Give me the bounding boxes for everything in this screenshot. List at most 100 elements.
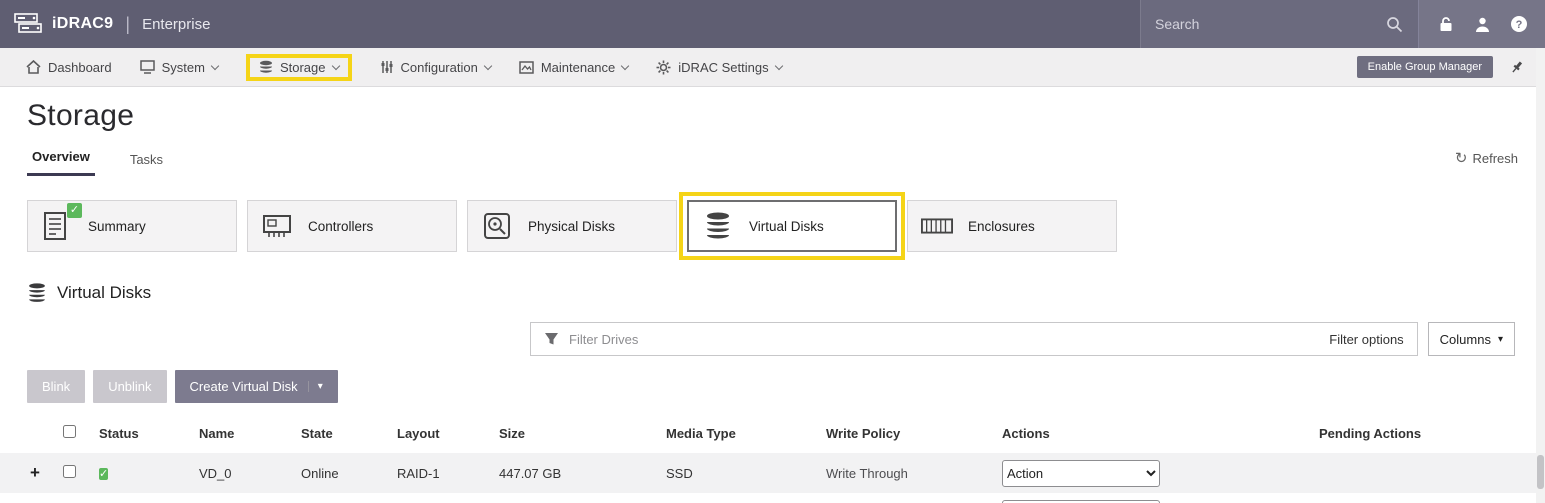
pin-icon[interactable] bbox=[1509, 59, 1525, 75]
card-controllers[interactable]: Controllers bbox=[247, 200, 457, 252]
search-icon[interactable] bbox=[1384, 14, 1404, 34]
card-label: Enclosures bbox=[968, 219, 1035, 234]
lock-icon[interactable] bbox=[1436, 14, 1456, 34]
system-icon bbox=[140, 60, 155, 74]
filter-options-link[interactable]: Filter options bbox=[1329, 332, 1403, 347]
navbar-right: Enable Group Manager bbox=[1357, 56, 1525, 78]
storage-nav-highlight: Storage bbox=[246, 54, 352, 81]
row-select-cell bbox=[55, 493, 91, 503]
select-all-checkbox[interactable] bbox=[63, 425, 76, 438]
physical-disks-icon bbox=[481, 210, 513, 242]
card-summary[interactable]: ✓ Summary bbox=[27, 200, 237, 252]
caret-down-icon: ▾ bbox=[308, 381, 323, 392]
brand-name: iDRAC9 bbox=[52, 15, 113, 33]
state-cell: Online bbox=[293, 493, 389, 503]
user-icon[interactable] bbox=[1472, 14, 1492, 34]
expand-row-button[interactable]: + bbox=[0, 493, 55, 503]
nav-label: Configuration bbox=[401, 60, 478, 75]
maintenance-icon bbox=[519, 61, 534, 74]
idrac-logo-icon bbox=[14, 12, 42, 36]
card-enclosures[interactable]: Enclosures bbox=[907, 200, 1117, 252]
columns-button[interactable]: Columns ▾ bbox=[1428, 322, 1515, 356]
unblink-button[interactable]: Unblink bbox=[93, 370, 166, 403]
row-select-cell bbox=[55, 453, 91, 493]
nav-item-maintenance[interactable]: Maintenance bbox=[519, 60, 628, 75]
status-ok-icon: ✓ bbox=[99, 468, 108, 480]
col-layout: Layout bbox=[389, 413, 491, 453]
svg-text:?: ? bbox=[1515, 19, 1522, 31]
refresh-icon: ↻ bbox=[1455, 149, 1468, 167]
status-cell: ✓ bbox=[91, 453, 191, 493]
brand-edition: Enterprise bbox=[142, 16, 210, 33]
gear-icon bbox=[656, 60, 671, 75]
state-cell: Online bbox=[293, 453, 389, 493]
columns-label: Columns bbox=[1440, 332, 1491, 347]
layout-cell: RAID-1 bbox=[389, 453, 491, 493]
topbar-brand-area: iDRAC9 | Enterprise bbox=[0, 0, 1140, 48]
actions-cell: Action bbox=[994, 493, 1311, 503]
expand-row-button[interactable]: + bbox=[0, 453, 55, 493]
chevron-down-icon bbox=[774, 61, 782, 69]
card-virtual-disks[interactable]: Virtual Disks bbox=[687, 200, 897, 252]
nav-item-storage[interactable]: Storage bbox=[259, 60, 339, 75]
blink-button[interactable]: Blink bbox=[27, 370, 85, 403]
col-name: Name bbox=[191, 413, 293, 453]
table-header-row: Status Name State Layout Size Media Type… bbox=[0, 413, 1545, 453]
col-pending-actions: Pending Actions bbox=[1311, 413, 1545, 453]
refresh-button[interactable]: ↻ Refresh bbox=[1455, 149, 1518, 176]
filter-drives-input[interactable] bbox=[569, 332, 1319, 347]
chevron-down-icon bbox=[211, 61, 219, 69]
nav-item-system[interactable]: System bbox=[140, 60, 218, 75]
col-status: Status bbox=[91, 413, 191, 453]
nav-label: Dashboard bbox=[48, 60, 112, 75]
summary-icon: ✓ bbox=[41, 210, 73, 242]
virtual-disks-icon bbox=[702, 210, 734, 242]
nav-label: System bbox=[162, 60, 205, 75]
vd-toolbar: Blink Unblink Create Virtual Disk ▾ bbox=[27, 370, 1545, 403]
nav-label: Maintenance bbox=[541, 60, 615, 75]
nav-item-dashboard[interactable]: Dashboard bbox=[26, 60, 112, 75]
tab-overview[interactable]: Overview bbox=[27, 149, 95, 176]
sliders-icon bbox=[380, 60, 394, 74]
action-select[interactable]: Action bbox=[1002, 460, 1160, 487]
card-label: Physical Disks bbox=[528, 219, 615, 234]
card-label: Summary bbox=[88, 219, 146, 234]
card-label: Controllers bbox=[308, 219, 373, 234]
col-actions: Actions bbox=[994, 413, 1311, 453]
tab-tasks[interactable]: Tasks bbox=[125, 152, 168, 176]
search-input[interactable] bbox=[1155, 16, 1376, 32]
card-physical-disks[interactable]: Physical Disks bbox=[467, 200, 677, 252]
row-checkbox[interactable] bbox=[63, 465, 76, 478]
enable-group-manager-button[interactable]: Enable Group Manager bbox=[1357, 56, 1493, 78]
chevron-down-icon bbox=[621, 61, 629, 69]
filter-row: Filter options Columns ▾ bbox=[0, 322, 1515, 356]
global-search bbox=[1140, 0, 1418, 48]
page-title: Storage bbox=[27, 99, 1545, 133]
col-state: State bbox=[293, 413, 389, 453]
vertical-scrollbar[interactable] bbox=[1536, 48, 1545, 503]
pending-actions-cell bbox=[1311, 453, 1545, 493]
tabs-row: Overview Tasks ↻ Refresh bbox=[27, 149, 1518, 176]
help-icon[interactable]: ? bbox=[1509, 14, 1529, 34]
col-media-type: Media Type bbox=[658, 413, 818, 453]
action-select[interactable]: Action bbox=[1002, 500, 1160, 503]
nav-item-idrac-settings[interactable]: iDRAC Settings bbox=[656, 60, 781, 75]
nav-item-configuration[interactable]: Configuration bbox=[380, 60, 491, 75]
status-cell: ✓ bbox=[91, 493, 191, 503]
chevron-down-icon bbox=[484, 61, 492, 69]
section-title: Virtual Disks bbox=[57, 283, 151, 303]
virtual-disks-icon bbox=[27, 282, 47, 304]
card-label: Virtual Disks bbox=[749, 219, 824, 234]
media-cell: SSD bbox=[658, 493, 818, 503]
expand-header bbox=[0, 413, 55, 453]
funnel-icon bbox=[544, 332, 559, 346]
media-cell: SSD bbox=[658, 453, 818, 493]
layout-cell: RAID-6 bbox=[389, 493, 491, 503]
name-cell: DATA bbox=[191, 493, 293, 503]
chevron-down-icon bbox=[331, 61, 339, 69]
create-virtual-disk-button[interactable]: Create Virtual Disk ▾ bbox=[175, 370, 338, 403]
pending-actions-cell bbox=[1311, 493, 1545, 503]
home-icon bbox=[26, 60, 41, 74]
size-cell: 60798.38 GB bbox=[491, 493, 658, 503]
scrollbar-thumb[interactable] bbox=[1537, 455, 1544, 489]
